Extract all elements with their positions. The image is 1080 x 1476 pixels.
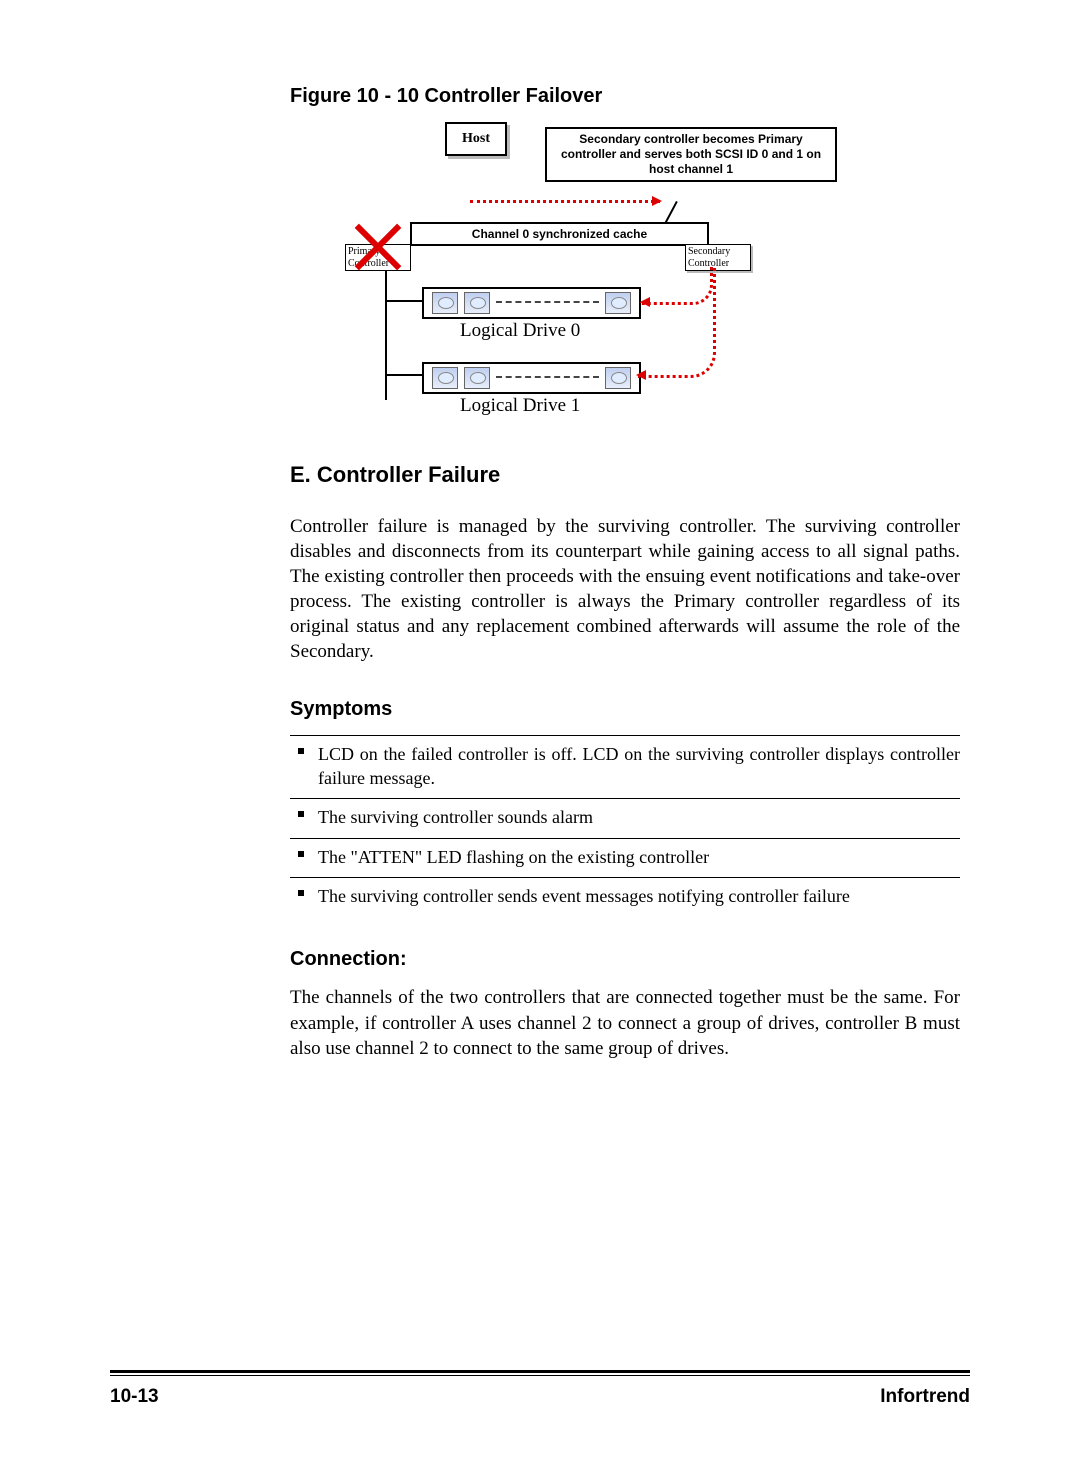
disk-icon — [605, 367, 631, 389]
disk-icon — [464, 292, 490, 314]
logical-drive-0-box — [422, 287, 641, 319]
arrow-host-to-secondary — [470, 200, 660, 203]
disk-icon — [605, 292, 631, 314]
sync-cache-bar: Channel 0 synchronized cache — [410, 222, 709, 246]
callout-box: Secondary controller becomes Primary con… — [545, 127, 837, 182]
disk-icon — [432, 292, 458, 314]
connection-paragraph: The channels of the two controllers that… — [290, 985, 960, 1060]
symptom-item: The surviving controller sends event mes… — [290, 877, 960, 916]
logical-drive-1-label: Logical Drive 1 — [460, 395, 580, 417]
disk-icon — [464, 367, 490, 389]
disk-icon — [432, 367, 458, 389]
page-number: 10-13 — [110, 1386, 159, 1408]
symptoms-list: LCD on the failed controller is off. LCD… — [290, 735, 960, 916]
section-e-paragraph: Controller failure is managed by the sur… — [290, 514, 960, 664]
logical-drive-1-box — [422, 362, 641, 394]
connector-lines — [375, 242, 415, 392]
symptom-item: LCD on the failed controller is off. LCD… — [290, 735, 960, 798]
figure-diagram: Host Secondary controller becomes Primar… — [330, 122, 850, 432]
section-e-heading: E. Controller Failure — [290, 462, 960, 488]
symptom-item: The "ATTEN" LED flashing on the existing… — [290, 838, 960, 877]
footer-brand: Infortrend — [880, 1386, 970, 1408]
host-box: Host — [445, 122, 507, 156]
connection-heading: Connection: — [290, 948, 960, 971]
logical-drive-0-label: Logical Drive 0 — [460, 320, 580, 342]
failover-arrow-2 — [638, 267, 716, 378]
figure-title: Figure 10 - 10 Controller Failover — [290, 85, 960, 108]
callout-connector — [664, 201, 678, 224]
symptoms-heading: Symptoms — [290, 698, 960, 721]
symptom-item: The surviving controller sounds alarm — [290, 798, 960, 837]
page-footer: 10-13 Infortrend — [110, 1370, 970, 1408]
arrowhead-icon — [636, 370, 646, 380]
